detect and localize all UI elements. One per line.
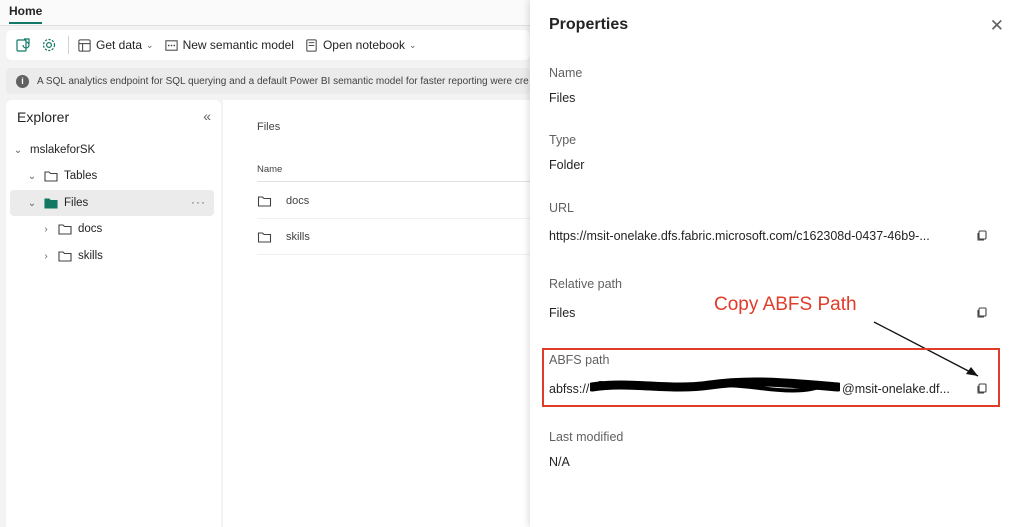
- chevron-down-icon[interactable]: ⌄: [26, 171, 38, 182]
- last-modified-label: Last modified: [549, 430, 624, 444]
- relative-path-label: Relative path: [549, 277, 622, 291]
- last-modified-value: N/A: [549, 455, 570, 469]
- abfs-path-suffix: @msit-onelake.df...: [842, 382, 950, 396]
- row-name: docs: [286, 194, 310, 207]
- content-title: Files: [257, 121, 281, 133]
- new-semantic-model-label: New semantic model: [182, 38, 294, 52]
- get-data-label: Get data: [96, 38, 143, 52]
- tree-item-docs[interactable]: › docs: [40, 216, 210, 242]
- folder-icon: [257, 195, 272, 207]
- name-label: Name: [549, 66, 583, 80]
- tables-label: Tables: [64, 170, 98, 182]
- chevron-down-icon: ⌄: [146, 39, 154, 50]
- skills-label: skills: [78, 250, 103, 262]
- collapse-pane-icon[interactable]: «: [203, 108, 211, 124]
- url-value: https://msit-onelake.dfs.fabric.microsof…: [549, 229, 930, 243]
- close-icon[interactable]: ✕: [990, 16, 1004, 36]
- chevron-right-icon[interactable]: ›: [40, 224, 52, 235]
- properties-title: Properties: [549, 16, 629, 33]
- column-header-name[interactable]: Name: [257, 158, 530, 182]
- files-content-pane: Files Name docs skills: [223, 100, 530, 527]
- refresh-icon[interactable]: [14, 36, 32, 54]
- tab-home[interactable]: Home: [9, 4, 43, 24]
- open-notebook-label: Open notebook: [322, 38, 406, 52]
- toolbar-divider: [68, 36, 69, 54]
- chevron-right-icon[interactable]: ›: [40, 251, 52, 262]
- row-name: skills: [286, 230, 310, 243]
- url-label: URL: [549, 201, 575, 215]
- tree-item-skills[interactable]: › skills: [40, 243, 210, 269]
- copy-url-icon[interactable]: [976, 230, 988, 242]
- folder-filled-icon: [44, 197, 58, 209]
- get-data-button[interactable]: Get data ⌄: [77, 38, 154, 53]
- properties-panel: Properties ✕ Name Files Type Folder URL …: [530, 0, 1024, 527]
- copy-abfs-path-icon[interactable]: [976, 383, 988, 395]
- database-icon: [78, 38, 91, 52]
- table-row[interactable]: docs: [257, 183, 530, 219]
- more-options-icon[interactable]: ···: [191, 195, 206, 209]
- tree-item-tables[interactable]: ⌄ Tables: [26, 163, 230, 189]
- lakehouse-app: Home Get data ⌄ New semantic model Open …: [0, 0, 1024, 527]
- type-label: Type: [549, 133, 577, 147]
- banner-text: A SQL analytics endpoint for SQL queryin…: [37, 75, 529, 87]
- tab-strip: Home: [0, 0, 530, 26]
- annotation-copy-abfs: Copy ABFS Path: [714, 294, 857, 315]
- new-semantic-model-button[interactable]: New semantic model: [164, 38, 294, 53]
- info-icon: i: [16, 74, 29, 88]
- relative-path-value: Files: [549, 306, 576, 320]
- column-name-label: Name: [257, 164, 283, 175]
- notebook-icon: [306, 38, 317, 52]
- ribbon-toolbar: Get data ⌄ New semantic model Open noteb…: [6, 30, 530, 60]
- folder-icon: [58, 223, 72, 235]
- folder-icon: [44, 170, 58, 182]
- explorer-title: Explorer: [17, 109, 70, 125]
- abfs-path-prefix: abfss://: [549, 382, 590, 396]
- redaction-scribble: [590, 377, 840, 393]
- type-value: Folder: [549, 158, 585, 172]
- chevron-down-icon: ⌄: [409, 39, 417, 50]
- name-value: Files: [549, 91, 576, 105]
- docs-label: docs: [78, 223, 103, 235]
- info-banner: i A SQL analytics endpoint for SQL query…: [6, 68, 530, 94]
- tree-item-lakehouse[interactable]: ⌄ mslakeforSK: [12, 137, 216, 163]
- files-label: Files: [64, 197, 89, 209]
- table-row[interactable]: skills: [257, 219, 530, 255]
- lakehouse-label: mslakeforSK: [30, 144, 96, 156]
- folder-icon: [58, 250, 72, 262]
- chevron-down-icon[interactable]: ⌄: [26, 198, 38, 209]
- explorer-pane: Explorer « ⌄ mslakeforSK ⌄ Tables ⌄ File…: [6, 100, 221, 527]
- abfs-path-label: ABFS path: [549, 353, 610, 367]
- open-notebook-button[interactable]: Open notebook ⌄: [304, 38, 417, 53]
- tree-item-files[interactable]: ⌄ Files ···: [10, 190, 214, 216]
- settings-icon[interactable]: [40, 36, 58, 54]
- folder-icon: [257, 231, 272, 243]
- chevron-down-icon[interactable]: ⌄: [12, 145, 24, 156]
- semantic-model-icon: [164, 39, 178, 51]
